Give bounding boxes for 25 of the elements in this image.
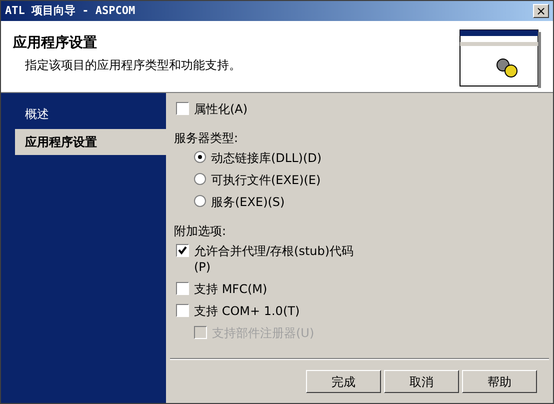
dialog-button[interactable]: 帮助: [462, 370, 537, 393]
radio-button[interactable]: [194, 173, 206, 185]
group-label: 附加选项:: [174, 224, 226, 238]
close-button[interactable]: ×: [533, 4, 549, 18]
sidebar-item[interactable]: 应用程序设置: [15, 129, 166, 155]
option-label: 支持 COM+ 1.0(T): [194, 303, 300, 319]
option-label: 服务(EXE)(S): [211, 194, 285, 210]
checkbox[interactable]: [176, 282, 189, 295]
window-title: ATL 项目向导 - ASPCOM: [5, 2, 136, 19]
dialog-button[interactable]: 取消: [384, 370, 459, 393]
sidebar-item[interactable]: 概述: [15, 101, 166, 127]
radio-button[interactable]: [194, 195, 206, 207]
option-label: 动态链接库(DLL)(D): [211, 150, 322, 166]
page-title: 应用程序设置: [13, 34, 98, 53]
dialog-button[interactable]: 完成: [306, 370, 381, 393]
option-label: 可执行文件(EXE)(E): [211, 172, 321, 188]
radio-button[interactable]: [194, 151, 206, 163]
option-label: 支持 MFC(M): [194, 281, 268, 297]
option-label: 允许合并代理/存根(stub)代码(P): [194, 243, 355, 275]
checkbox[interactable]: [176, 102, 189, 115]
group-label: 服务器类型:: [174, 131, 238, 145]
page-description: 指定该项目的应用程序类型和功能支持。: [24, 57, 241, 74]
checkbox[interactable]: [176, 304, 189, 317]
checkbox[interactable]: [176, 244, 189, 257]
option-label: 属性化(A): [194, 101, 248, 117]
